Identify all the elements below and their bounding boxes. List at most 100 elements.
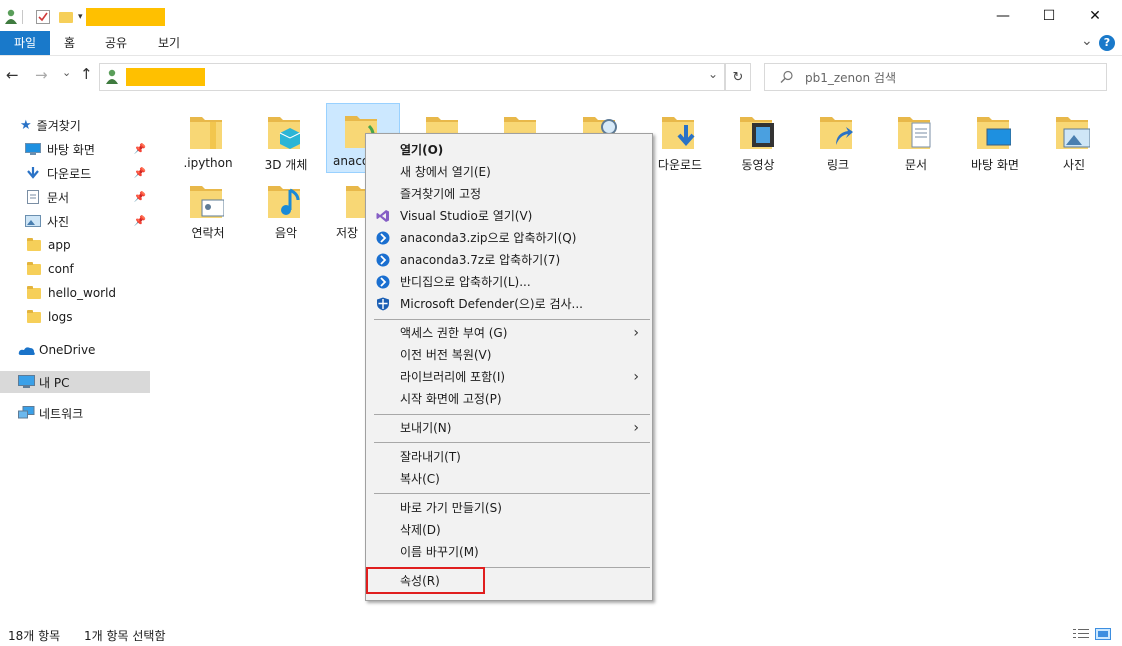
- contacts-folder-icon: [190, 186, 224, 218]
- help-button[interactable]: ?: [1099, 35, 1115, 51]
- sidebar-item-desktop[interactable]: 바탕 화면 📌: [0, 138, 150, 160]
- file-item[interactable]: 다운로드: [642, 105, 718, 177]
- pin-icon[interactable]: 📌: [134, 168, 146, 179]
- menu-item-zip[interactable]: anaconda3.zip으로 압축하기(Q): [367, 227, 651, 249]
- menu-item-restore-versions[interactable]: 이전 버전 복원(V): [367, 344, 651, 366]
- sidebar-item-documents[interactable]: 문서 📌: [0, 186, 150, 208]
- sidebar-item-label: OneDrive: [39, 343, 96, 357]
- file-label: 동영상: [741, 158, 775, 172]
- file-item[interactable]: 사진: [1036, 105, 1112, 177]
- user-app-icon: [5, 9, 17, 24]
- menu-item-defender-scan[interactable]: Microsoft Defender(으)로 검사...: [367, 293, 651, 315]
- customize-toolbar-dropdown[interactable]: ▾: [78, 12, 83, 22]
- sidebar-item-label: 내 PC: [39, 375, 70, 390]
- menu-item-create-shortcut[interactable]: 바로 가기 만들기(S): [367, 497, 651, 519]
- menu-item-pin-quick-access[interactable]: 즐겨찾기에 고정: [367, 183, 651, 205]
- menu-separator: [374, 414, 650, 415]
- up-button[interactable]: ↑: [80, 65, 93, 83]
- menu-item-label: 바로 가기 만들기(S): [400, 501, 502, 515]
- sidebar-item-logs[interactable]: logs: [0, 306, 150, 328]
- menu-item-pin-start[interactable]: 시작 화면에 고정(P): [367, 388, 651, 410]
- refresh-button[interactable]: ↻: [725, 63, 751, 91]
- pin-icon[interactable]: 📌: [134, 216, 146, 227]
- sidebar-item-label: hello_world: [48, 286, 117, 300]
- chevron-right-icon: ›: [633, 420, 639, 436]
- sidebar-item-conf[interactable]: conf: [0, 258, 150, 280]
- pin-icon[interactable]: 📌: [134, 144, 146, 155]
- sidebar-item-app[interactable]: app: [0, 234, 150, 256]
- sidebar-item-onedrive[interactable]: OneDrive: [0, 339, 150, 361]
- chevron-right-icon: ›: [633, 325, 639, 341]
- menu-item-give-access[interactable]: 액세스 권한 부여 (G) ›: [367, 322, 651, 344]
- recent-locations-button[interactable]: ⌄: [62, 66, 71, 79]
- sidebar-item-label: logs: [48, 310, 73, 324]
- file-item[interactable]: 3D 개체: [248, 105, 324, 177]
- document-icon: [27, 190, 39, 204]
- menu-item-rename[interactable]: 이름 바꾸기(M): [367, 541, 651, 563]
- sidebar-item-label: 사진: [47, 214, 70, 229]
- address-dropdown-icon[interactable]: ⌄: [708, 67, 718, 81]
- menu-item-label: 새 창에서 열기(E): [400, 165, 491, 179]
- large-icons-view-icon[interactable]: [1095, 628, 1111, 640]
- close-icon: ✕: [1089, 7, 1101, 24]
- tab-file[interactable]: 파일: [0, 31, 50, 55]
- menu-item-open[interactable]: 열기(O): [367, 139, 651, 161]
- details-view-icon[interactable]: [1073, 628, 1089, 640]
- sidebar-item-hello-world[interactable]: hello_world: [0, 282, 150, 304]
- menu-item-include-library[interactable]: 라이브러리에 포함(I) ›: [367, 366, 651, 388]
- file-item[interactable]: .ipython: [170, 105, 246, 177]
- menu-item-label: anaconda3.zip으로 압축하기(Q): [400, 231, 577, 245]
- maximize-button[interactable]: ☐: [1026, 0, 1072, 31]
- menu-item-bandizip[interactable]: 반디집으로 압축하기(L)...: [367, 271, 651, 293]
- search-box[interactable]: pb1_zenon 검색: [764, 63, 1107, 91]
- file-item[interactable]: 연락처: [170, 176, 246, 248]
- pin-icon[interactable]: 📌: [134, 192, 146, 203]
- properties-icon[interactable]: [35, 9, 51, 25]
- file-item[interactable]: 동영상: [720, 105, 796, 177]
- expand-ribbon-button[interactable]: ⌄: [1081, 33, 1093, 49]
- file-label: .ipython: [183, 156, 233, 170]
- menu-item-send-to[interactable]: 보내기(N) ›: [367, 417, 651, 439]
- refresh-icon: ↻: [732, 69, 744, 85]
- tab-share[interactable]: 공유: [105, 31, 127, 55]
- sidebar-item-network[interactable]: 네트워크: [0, 402, 150, 424]
- navigation-pane: ★ 즐겨찾기 바탕 화면 📌 다운로드 📌 문서 📌 사진 📌 app conf…: [0, 110, 153, 620]
- network-icon: [18, 406, 35, 419]
- sidebar-item-quick-access[interactable]: ★ 즐겨찾기: [0, 114, 150, 136]
- menu-item-cut[interactable]: 잘라내기(T): [367, 446, 651, 468]
- menu-item-open-visual-studio[interactable]: Visual Studio로 열기(V): [367, 205, 651, 227]
- menu-item-open-new-window[interactable]: 새 창에서 열기(E): [367, 161, 651, 183]
- music-folder-icon: [268, 186, 300, 218]
- menu-item-label: 액세스 권한 부여 (G): [400, 326, 508, 340]
- bandizip-icon: [376, 231, 390, 245]
- menu-item-label: 반디집으로 압축하기(L)...: [400, 275, 531, 289]
- menu-item-label: 잘라내기(T): [400, 450, 461, 464]
- menu-item-7z[interactable]: anaconda3.7z로 압축하기(7): [367, 249, 651, 271]
- back-button[interactable]: ←: [6, 66, 19, 84]
- forward-button[interactable]: →: [35, 66, 48, 84]
- file-item[interactable]: 바탕 화면: [957, 105, 1033, 177]
- menu-item-delete[interactable]: 삭제(D): [367, 519, 651, 541]
- sidebar-item-label: conf: [48, 262, 74, 276]
- sidebar-item-pictures[interactable]: 사진 📌: [0, 210, 150, 232]
- file-label: 다운로드: [657, 158, 703, 172]
- address-bar[interactable]: ⌄: [99, 63, 725, 91]
- tab-home[interactable]: 홈: [64, 31, 75, 55]
- file-label: 음악: [274, 226, 298, 240]
- bandizip-icon: [376, 275, 390, 289]
- address-path-redacted: [126, 68, 205, 86]
- file-item[interactable]: 문서: [878, 105, 954, 177]
- minimize-button[interactable]: —: [980, 0, 1026, 31]
- menu-item-copy[interactable]: 복사(C): [367, 468, 651, 490]
- title-bar: ▾ — ☐ ✕: [0, 0, 1122, 33]
- file-item[interactable]: 음악: [248, 176, 324, 248]
- context-menu: 열기(O) 새 창에서 열기(E) 즐겨찾기에 고정 Visual Studio…: [365, 133, 653, 601]
- sidebar-item-downloads[interactable]: 다운로드 📌: [0, 162, 150, 184]
- sidebar-item-this-pc[interactable]: 내 PC: [0, 371, 150, 393]
- close-button[interactable]: ✕: [1072, 0, 1118, 31]
- new-folder-icon[interactable]: [58, 10, 74, 24]
- tab-view[interactable]: 보기: [158, 31, 180, 55]
- file-item[interactable]: 링크: [800, 105, 876, 177]
- status-bar: 18개 항목 1개 항목 선택함: [0, 622, 1122, 646]
- menu-item-label: 보내기(N): [400, 421, 452, 435]
